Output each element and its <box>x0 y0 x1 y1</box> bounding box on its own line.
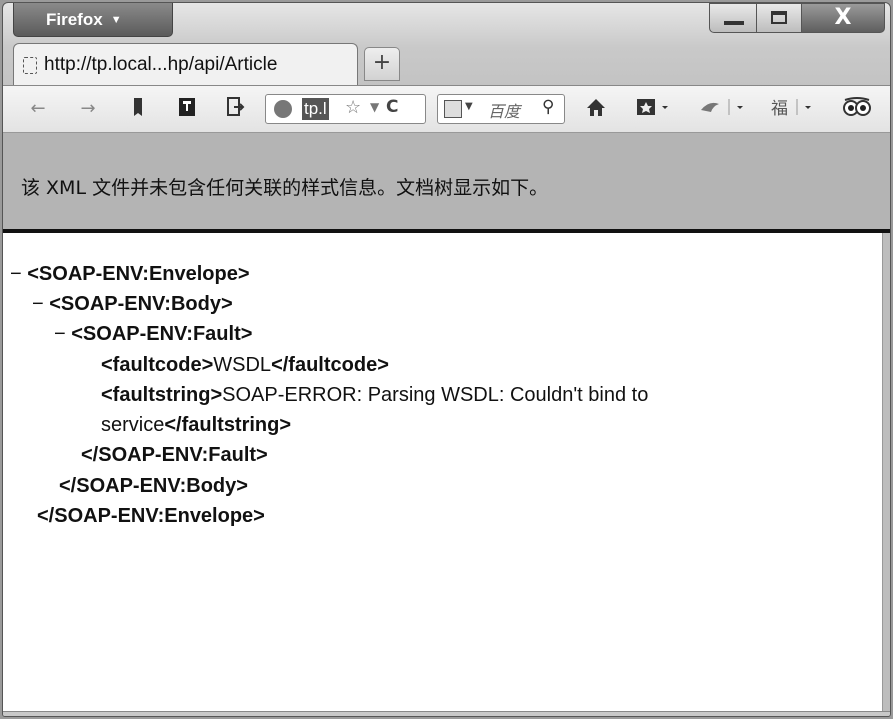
xml-tag: </SOAP-ENV:Fault> <box>81 444 268 466</box>
search-input[interactable]: ▼ 百度 ⚲ <box>437 94 565 124</box>
xml-tag: <SOAP-ENV:Fault> <box>71 323 253 345</box>
navigation-toolbar: ← → tp.l ☆ ▼ C ▼ 百度 ⚲ 福 <box>3 85 890 133</box>
collapse-toggle[interactable]: − <box>32 293 44 315</box>
window-bottom-border <box>3 711 890 716</box>
xml-tag: <faultstring> <box>101 384 223 406</box>
collapse-toggle[interactable]: − <box>10 263 22 285</box>
search-placeholder: 百度 <box>488 102 521 121</box>
close-icon: X <box>834 5 852 30</box>
xml-tag: </faultstring> <box>164 414 292 436</box>
xml-node-fault-close: </SOAP-ENV:Fault> <box>81 441 268 469</box>
search-engine-icon[interactable] <box>444 100 462 118</box>
collapse-toggle[interactable]: − <box>54 323 66 345</box>
back-icon[interactable]: ← <box>25 96 51 122</box>
addon-icon[interactable] <box>633 96 673 122</box>
home-icon[interactable] <box>583 96 609 122</box>
xml-node-envelope: − <SOAP-ENV:Envelope> <box>10 260 250 288</box>
minimize-button[interactable] <box>709 3 757 33</box>
maximize-button[interactable] <box>756 3 802 33</box>
xml-node-faultcode: <faultcode>WSDL</faultcode> <box>101 351 389 379</box>
xml-node-envelope-close: </SOAP-ENV:Envelope> <box>37 502 265 530</box>
svg-text:福: 福 <box>771 99 788 118</box>
star-icon[interactable]: ☆ <box>345 97 361 118</box>
xml-text: WSDL <box>213 354 272 376</box>
xml-node-fault: − <SOAP-ENV:Fault> <box>54 320 252 348</box>
tag-icon[interactable] <box>175 96 199 122</box>
globe-icon <box>274 100 292 118</box>
new-tab-button[interactable]: + <box>364 47 400 81</box>
chevron-down-icon[interactable]: ▼ <box>465 101 473 112</box>
plugin-icon[interactable]: 福 <box>768 96 824 122</box>
reload-icon[interactable]: C <box>386 97 398 117</box>
url-text: tp.l <box>302 98 329 120</box>
xml-node-body-close: </SOAP-ENV:Body> <box>59 472 248 500</box>
xml-tag: <SOAP-ENV:Body> <box>49 293 233 315</box>
xml-tag: </faultcode> <box>271 354 389 376</box>
firefox-menu-button[interactable]: Firefox ▼ <box>13 3 173 37</box>
xml-info-message: 该 XML 文件并未包含任何关联的样式信息。文档树显示如下。 <box>21 177 549 199</box>
browser-window: Firefox ▼ X http://tp.local...hp/api/Arti… <box>2 2 891 717</box>
bird-icon[interactable] <box>696 96 746 122</box>
bookmark-icon[interactable] <box>127 96 149 122</box>
firefox-menu-label: Firefox <box>46 10 103 29</box>
minimize-icon <box>724 21 744 25</box>
xml-text: SOAP-ERROR: Parsing WSDL: Couldn't bind … <box>222 384 649 406</box>
tab-article[interactable]: http://tp.local...hp/api/Article <box>13 43 358 85</box>
xml-document-view: − <SOAP-ENV:Envelope> − <SOAP-ENV:Body> … <box>3 233 883 711</box>
share-icon[interactable] <box>223 96 247 122</box>
xml-info-bar: 该 XML 文件并未包含任何关联的样式信息。文档树显示如下。 <box>3 133 890 231</box>
page-icon <box>23 57 37 74</box>
url-bar[interactable]: tp.l ☆ ▼ C <box>265 94 426 124</box>
dropdown-icon[interactable]: ▼ <box>370 100 379 114</box>
xml-tag: <SOAP-ENV:Envelope> <box>27 263 250 285</box>
xml-tag: </SOAP-ENV:Body> <box>59 475 248 497</box>
xml-text: service <box>101 414 165 436</box>
chevron-down-icon: ▼ <box>110 14 122 26</box>
xml-node-faultstring-cont: service</faultstring> <box>101 411 291 439</box>
xml-tag: <faultcode> <box>101 354 214 376</box>
xml-node-faultstring: <faultstring>SOAP-ERROR: Parsing WSDL: C… <box>101 381 648 409</box>
xml-node-body: − <SOAP-ENV:Body> <box>32 290 233 318</box>
tab-title: http://tp.local...hp/api/Article <box>44 54 278 75</box>
maximize-icon <box>771 11 787 24</box>
forward-icon[interactable]: → <box>75 96 101 122</box>
xml-tag: </SOAP-ENV:Envelope> <box>37 505 265 527</box>
owl-icon[interactable] <box>841 96 873 122</box>
search-icon[interactable]: ⚲ <box>542 97 554 117</box>
close-button[interactable]: X <box>801 3 885 33</box>
